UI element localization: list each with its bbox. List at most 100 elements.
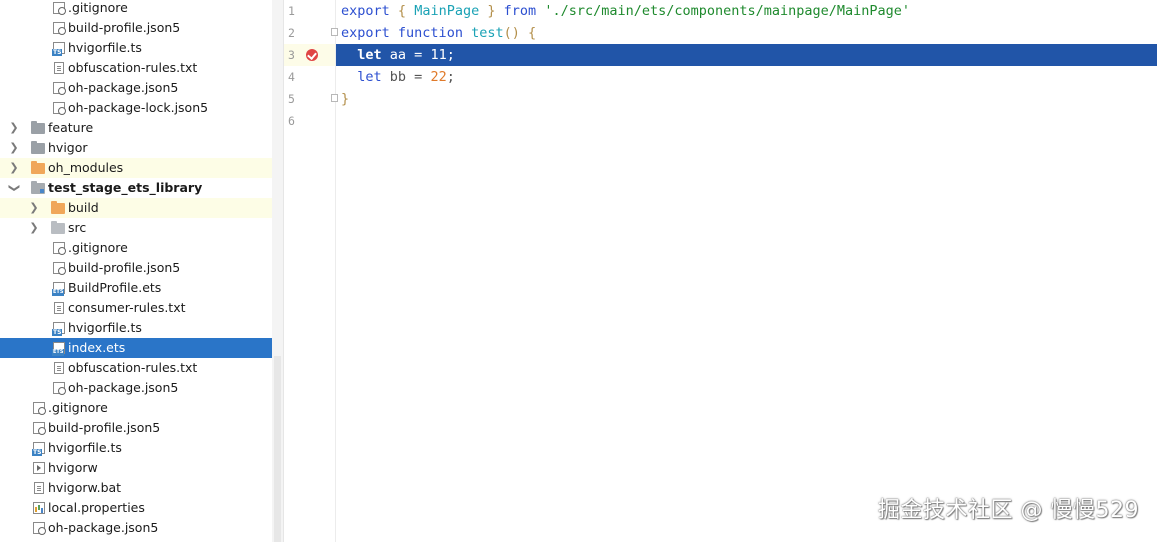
code-editor[interactable]: export { MainPage } from './src/main/ets… bbox=[336, 0, 1157, 542]
code-token: export bbox=[341, 3, 390, 19]
code-line[interactable]: export function test() { bbox=[336, 22, 1157, 44]
text-file-icon bbox=[54, 362, 64, 374]
tree-item[interactable]: obfuscation-rules.txt bbox=[0, 58, 272, 78]
tree-item[interactable]: oh-package.json5 bbox=[0, 378, 272, 398]
ets-file-icon bbox=[52, 342, 65, 356]
tree-item[interactable]: .gitignore bbox=[0, 398, 272, 418]
gutter-line[interactable]: 5 bbox=[284, 88, 338, 110]
text-file-icon bbox=[54, 62, 64, 74]
code-token: let bbox=[357, 69, 382, 85]
tree-item[interactable]: BuildProfile.ets bbox=[0, 278, 272, 298]
code-token: bb = bbox=[381, 69, 431, 85]
tree-item[interactable]: build-profile.json5 bbox=[0, 258, 272, 278]
chevron-down-icon[interactable]: ❯ bbox=[4, 182, 24, 194]
tree-folder-src[interactable]: ❯ src bbox=[0, 218, 272, 238]
chevron-right-icon[interactable]: ❯ bbox=[8, 138, 20, 158]
chevron-right-icon[interactable]: ❯ bbox=[28, 218, 40, 238]
config-file-icon bbox=[53, 82, 66, 95]
tree-folder-hvigor[interactable]: ❯ hvigor bbox=[0, 138, 272, 158]
chevron-right-icon[interactable]: ❯ bbox=[8, 158, 20, 178]
tree-item[interactable]: consumer-rules.txt bbox=[0, 298, 272, 318]
code-token: } bbox=[341, 91, 350, 107]
tree-item[interactable]: obfuscation-rules.txt bbox=[0, 358, 272, 378]
folder-orange-icon bbox=[31, 161, 45, 174]
tree-item[interactable]: oh-package-lock.json5 bbox=[0, 98, 272, 118]
gutter-line[interactable]: 6 bbox=[284, 110, 335, 132]
folder-orange-icon bbox=[51, 201, 65, 214]
code-line[interactable]: export { MainPage } from './src/main/ets… bbox=[336, 0, 1157, 22]
tree-item[interactable]: oh-package.json5 bbox=[0, 518, 272, 538]
source-folder-icon bbox=[51, 221, 65, 234]
properties-file-icon bbox=[33, 502, 45, 514]
code-token: from bbox=[503, 3, 537, 19]
code-token: { bbox=[528, 25, 537, 41]
code-token: { bbox=[397, 3, 407, 19]
text-file-icon bbox=[54, 302, 64, 314]
code-line[interactable]: } bbox=[336, 88, 1157, 110]
code-line[interactable]: let aa = 11; bbox=[336, 44, 1157, 66]
gitignore-file-icon bbox=[33, 402, 46, 415]
tree-item[interactable]: hvigorfile.ts bbox=[0, 438, 272, 458]
code-token: () bbox=[503, 25, 520, 41]
config-file-icon bbox=[53, 382, 66, 395]
code-line[interactable] bbox=[336, 110, 1157, 132]
editor-gutter[interactable]: 1 2 3 4 5 6 bbox=[284, 0, 338, 542]
tree-scrollbar[interactable] bbox=[272, 0, 283, 542]
tree-module-test-stage-ets-library[interactable]: ❯ test_stage_ets_library bbox=[0, 178, 272, 198]
breakpoint-icon[interactable] bbox=[306, 49, 318, 61]
tree-item[interactable]: hvigorw.bat bbox=[0, 478, 272, 498]
code-token: function bbox=[397, 25, 463, 41]
typescript-file-icon bbox=[52, 322, 65, 336]
executable-file-icon bbox=[33, 462, 45, 474]
chevron-right-icon[interactable]: ❯ bbox=[8, 118, 20, 138]
ets-file-icon bbox=[52, 282, 65, 296]
tree-item-selected[interactable]: index.ets bbox=[0, 338, 272, 358]
tree-item[interactable]: hvigorw bbox=[0, 458, 272, 478]
watermark: 掘金技术社区 @ 慢慢529 bbox=[878, 498, 1139, 523]
gutter-line[interactable]: 4 bbox=[284, 66, 335, 88]
project-tree[interactable]: .gitignore build-profile.json5 hvigorfil… bbox=[0, 0, 284, 542]
code-token: MainPage bbox=[414, 3, 480, 19]
tree-item[interactable]: .gitignore bbox=[0, 238, 272, 258]
code-token: 11 bbox=[430, 47, 447, 63]
tree-item[interactable]: oh-package.json5 bbox=[0, 78, 272, 98]
tree-folder-oh-modules[interactable]: ❯ oh_modules bbox=[0, 158, 272, 178]
gutter-line[interactable]: 1 bbox=[284, 0, 335, 22]
tree-item[interactable]: local.properties bbox=[0, 498, 272, 518]
gutter-line[interactable]: 2 bbox=[284, 22, 338, 44]
tree-folder-build[interactable]: ❯ build bbox=[0, 198, 272, 218]
tree-item[interactable]: hvigorfile.ts bbox=[0, 318, 272, 338]
folder-icon bbox=[31, 121, 45, 134]
code-token: aa = bbox=[381, 47, 431, 63]
code-line[interactable]: let bb = 22; bbox=[336, 66, 1157, 88]
config-file-icon bbox=[53, 262, 66, 275]
code-token: let bbox=[357, 47, 382, 63]
tree-item[interactable]: hvigorfile.ts bbox=[0, 38, 272, 58]
config-file-icon bbox=[53, 102, 66, 115]
folder-icon bbox=[31, 141, 45, 154]
gitignore-file-icon bbox=[53, 2, 66, 15]
config-file-icon bbox=[33, 422, 46, 435]
typescript-file-icon bbox=[52, 42, 65, 56]
tree-item[interactable]: build-profile.json5 bbox=[0, 418, 272, 438]
code-token: ; bbox=[446, 69, 455, 85]
code-token: './src/main/ets/components/mainpage/Main… bbox=[544, 3, 911, 19]
gitignore-file-icon bbox=[53, 242, 66, 255]
tree-folder-feature[interactable]: ❯ feature bbox=[0, 118, 272, 138]
tree-item[interactable]: .gitignore bbox=[0, 0, 272, 18]
code-token: } bbox=[487, 3, 496, 19]
code-token: test bbox=[471, 25, 504, 41]
tree-item[interactable]: build-profile.json5 bbox=[0, 18, 272, 38]
chevron-right-icon[interactable]: ❯ bbox=[28, 198, 40, 218]
scrollbar-thumb[interactable] bbox=[274, 356, 281, 542]
module-folder-icon bbox=[31, 181, 45, 194]
gutter-line-current[interactable]: 3 bbox=[284, 44, 335, 66]
